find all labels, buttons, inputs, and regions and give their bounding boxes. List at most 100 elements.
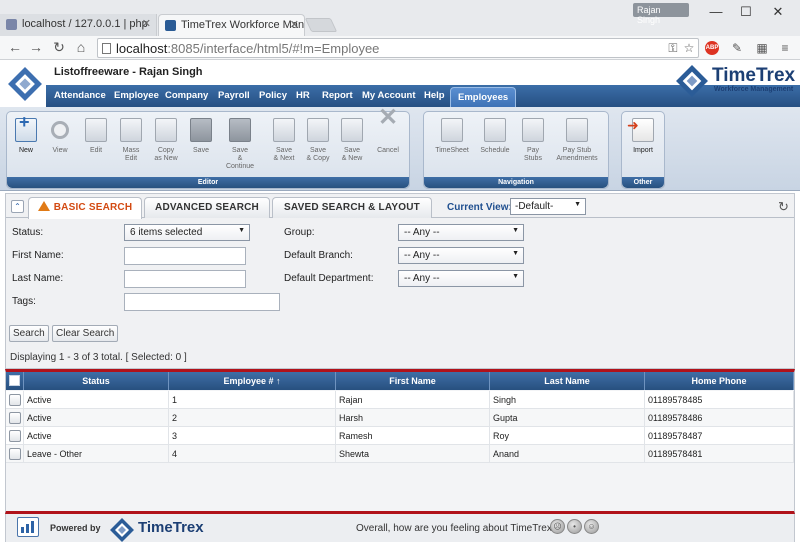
first-name-input[interactable] [124,247,246,265]
timesheet-button[interactable]: TimeSheet [432,118,472,155]
new-button[interactable]: New [11,118,41,155]
tab-saved-search-layout[interactable]: SAVED SEARCH & LAYOUT [272,197,432,218]
select-all-header [6,372,24,390]
select-all-checkbox[interactable] [9,375,20,386]
column-home-phone[interactable]: Home Phone [645,372,794,390]
row-checkbox[interactable] [9,430,21,442]
row-checkbox[interactable] [9,448,21,460]
url-input[interactable]: localhost:8085/interface/html5/#!m=Emplo… [97,38,699,58]
menu-policy[interactable]: Policy [259,90,287,101]
happy-face-icon[interactable]: ☺ [584,519,599,534]
clear-search-button[interactable]: Clear Search [52,325,119,342]
table-row[interactable]: Active 3 Ramesh Roy 01189578487 [6,427,794,445]
brand-name: TimeTrex [712,65,796,86]
search-button[interactable]: Search [9,325,49,342]
home-icon[interactable]: ⌂ [72,39,90,55]
menu-attendance[interactable]: Attendance [54,90,106,101]
default-department-select[interactable]: -- Any -- ▼ [398,270,524,287]
edit-button[interactable]: Edit [81,118,111,155]
default-branch-select[interactable]: -- Any -- ▼ [398,247,524,264]
table-row[interactable]: Active 2 Harsh Gupta 01189578486 [6,409,794,427]
column-first-name[interactable]: First Name [336,372,490,390]
copy-as-new-button[interactable]: Copy as New [151,118,181,163]
column-employee-number[interactable]: Employee # ↑ [169,372,336,390]
group-select[interactable]: -- Any -- ▼ [398,224,524,241]
pay-stub-amendments-button[interactable]: Pay Stub Amendments [552,118,602,163]
table-row[interactable]: Leave - Other 4 Shewta Anand 01189578481 [6,445,794,463]
timetrex-favicon-icon [165,20,176,31]
maximize-icon[interactable]: ☐ [732,4,760,20]
row-select-cell [6,409,24,427]
menu-hr[interactable]: HR [296,90,310,101]
minimize-icon[interactable]: — [702,4,730,19]
schedule-button[interactable]: Schedule [476,118,514,155]
browser-user-badge[interactable]: Rajan Singh [633,3,689,25]
tags-input[interactable] [124,293,280,311]
translate-icon[interactable]: ▦ [755,41,769,55]
forward-arrow-icon[interactable]: → [27,39,45,55]
save-next-label: Save [276,147,292,154]
row-checkbox[interactable] [9,412,21,424]
star-icon[interactable]: ☆ [682,41,696,55]
close-tab-icon[interactable]: ✕ [290,18,299,31]
save-new-button[interactable]: Save & New [337,118,367,163]
tab-basic-search[interactable]: BASIC SEARCH [28,197,142,219]
menu-payroll[interactable]: Payroll [218,90,250,101]
import-icon [627,118,654,142]
view-button[interactable]: View [45,118,75,155]
back-arrow-icon[interactable]: ← [6,39,24,55]
column-last-name[interactable]: Last Name [490,372,645,390]
browser-tab-timetrex[interactable]: TimeTrex Workforce Mana ✕ [158,14,305,36]
key-icon[interactable]: ⚿ [666,41,680,55]
sad-face-icon[interactable]: ☹ [550,519,565,534]
bar-chart-icon[interactable] [17,517,39,537]
menu-my-account[interactable]: My Account [362,90,415,101]
adblock-icon[interactable]: ABP [705,41,719,55]
row-checkbox[interactable] [9,394,21,406]
reload-icon[interactable]: ↻ [50,39,68,56]
menu-employee[interactable]: Employee [114,90,159,101]
default-branch-value: -- Any -- [404,250,440,261]
menu-company[interactable]: Company [165,90,208,101]
default-department-label: Default Department: [284,273,374,284]
column-status[interactable]: Status [24,372,169,390]
editor-group: New View Edit MassEdit Copyas New Save S… [6,111,410,189]
menu-help[interactable]: Help [424,90,445,101]
save-continue-button[interactable]: Save & Continue [225,118,255,171]
refresh-icon[interactable]: ↻ [778,199,789,215]
extension-icon[interactable]: ✎ [730,41,744,55]
cancel-button[interactable]: Cancel [373,114,403,155]
browser-tabbar: localhost / 127.0.0.1 | php ✕ TimeTrex W… [0,0,800,36]
brand-logo: TimeTrex Workforce Management [676,65,795,100]
window-close-icon[interactable]: ✕ [764,4,792,20]
tab-employees[interactable]: Employees [450,87,517,107]
footer-brand-logo[interactable]: TimeTrex [110,518,204,545]
save-button[interactable]: Save [186,118,216,155]
search-tabs: ⌃ BASIC SEARCH ADVANCED SEARCH SAVED SEA… [6,194,794,219]
save-next-label-2: & Next [273,155,295,162]
browser-tab-phpmyadmin[interactable]: localhost / 127.0.0.1 | php ✕ [0,14,157,36]
pay-stubs-label: Pay [526,147,540,154]
view-label: View [52,147,68,154]
first-name-cell: Shewta [336,445,490,463]
last-name-input[interactable] [124,270,246,288]
import-button[interactable]: Import [627,118,658,155]
menu-icon[interactable]: ≡ [778,41,792,55]
save-copy-button[interactable]: Save & Copy [303,118,333,163]
tab-advanced-search[interactable]: ADVANCED SEARCH [144,197,270,218]
neutral-face-icon[interactable]: • [567,519,582,534]
current-view-select[interactable]: -Default- ▼ [510,198,586,215]
footer-diamond-icon [110,518,134,542]
save-next-button[interactable]: Save & Next [269,118,299,163]
status-select[interactable]: 6 items selected ▼ [124,224,250,241]
page-icon [102,43,111,54]
mass-edit-button[interactable]: Mass Edit [116,118,146,163]
home-phone-cell: 01189578487 [645,427,794,445]
address-bar: ← → ↻ ⌂ localhost:8085/interface/html5/#… [0,36,800,60]
collapse-chevron-icon[interactable]: ⌃ [11,200,24,213]
close-tab-icon[interactable]: ✕ [142,17,151,30]
table-row[interactable]: Active 1 Rajan Singh 01189578485 [6,391,794,409]
menu-report[interactable]: Report [322,90,353,101]
new-tab-button[interactable] [304,18,338,32]
pay-stubs-button[interactable]: Pay Stubs [518,118,548,163]
